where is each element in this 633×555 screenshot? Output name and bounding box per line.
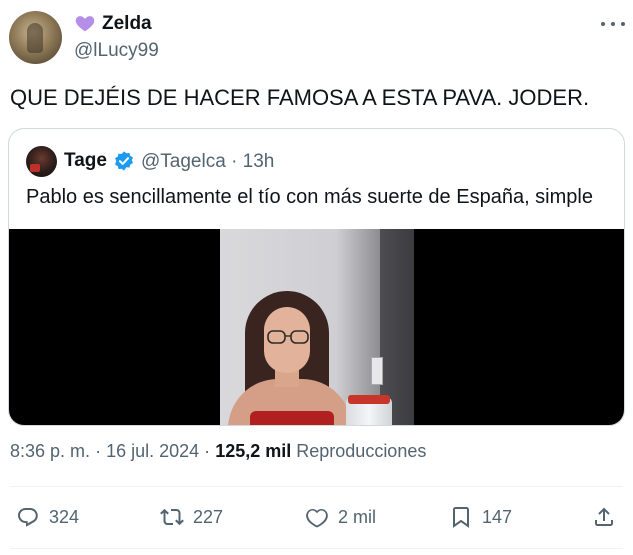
meta-separator: ·	[95, 441, 102, 461]
quoted-video-player[interactable]	[9, 229, 624, 425]
quoted-tweet-text: Pablo es sencillamente el tío con más su…	[26, 186, 593, 208]
reply-icon	[18, 508, 38, 527]
more-options-icon[interactable]	[601, 14, 625, 34]
views-label: Reproducciones	[296, 441, 427, 461]
bookmark-icon	[453, 507, 469, 528]
meta-separator: ·	[204, 441, 211, 461]
bookmark-count: 147	[482, 506, 513, 527]
quoted-tweet-card[interactable]: Tage @Tagelca · 13h Pablo es sencillamen…	[8, 128, 625, 426]
quoted-author-avatar[interactable]	[26, 146, 57, 177]
tweet-date[interactable]: 16 jul. 2024	[106, 441, 199, 461]
tweet-text: QUE DEJÉIS DE HACER FAMOSA A ESTA PAVA. …	[10, 85, 590, 110]
author-avatar[interactable]	[9, 11, 62, 64]
divider	[10, 486, 623, 487]
views-count: 125,2 mil	[215, 441, 292, 461]
video-frame	[220, 229, 414, 425]
tweet-meta: 8:36 p. m. · 16 jul. 2024 · 125,2 mil Re…	[10, 441, 426, 462]
author-display-name[interactable]: Zelda	[102, 13, 152, 35]
quoted-tweet-time[interactable]: · 13h	[231, 151, 274, 172]
like-button[interactable]: 2 mil	[305, 505, 376, 529]
tweet-time[interactable]: 8:36 p. m.	[10, 441, 90, 461]
share-icon[interactable]	[592, 505, 616, 529]
retweet-icon	[160, 508, 184, 526]
bookmark-button[interactable]: 147	[449, 505, 512, 529]
like-count: 2 mil	[338, 506, 377, 527]
reply-count: 324	[49, 506, 80, 527]
divider	[10, 548, 623, 549]
retweet-button[interactable]: 227	[160, 505, 223, 529]
quoted-author-handle[interactable]: @Tagelca	[141, 151, 226, 172]
reply-button[interactable]: 324	[16, 505, 79, 529]
retweet-count: 227	[193, 506, 224, 527]
author-handle[interactable]: @lLucy99	[74, 40, 159, 62]
quoted-author-display-name[interactable]: Tage	[64, 150, 107, 172]
quoted-author-handle-time[interactable]: @Tagelca · 13h	[141, 151, 274, 173]
verified-badge-icon	[115, 151, 133, 171]
like-icon	[306, 508, 328, 528]
purple-heart-emoji	[75, 16, 95, 32]
